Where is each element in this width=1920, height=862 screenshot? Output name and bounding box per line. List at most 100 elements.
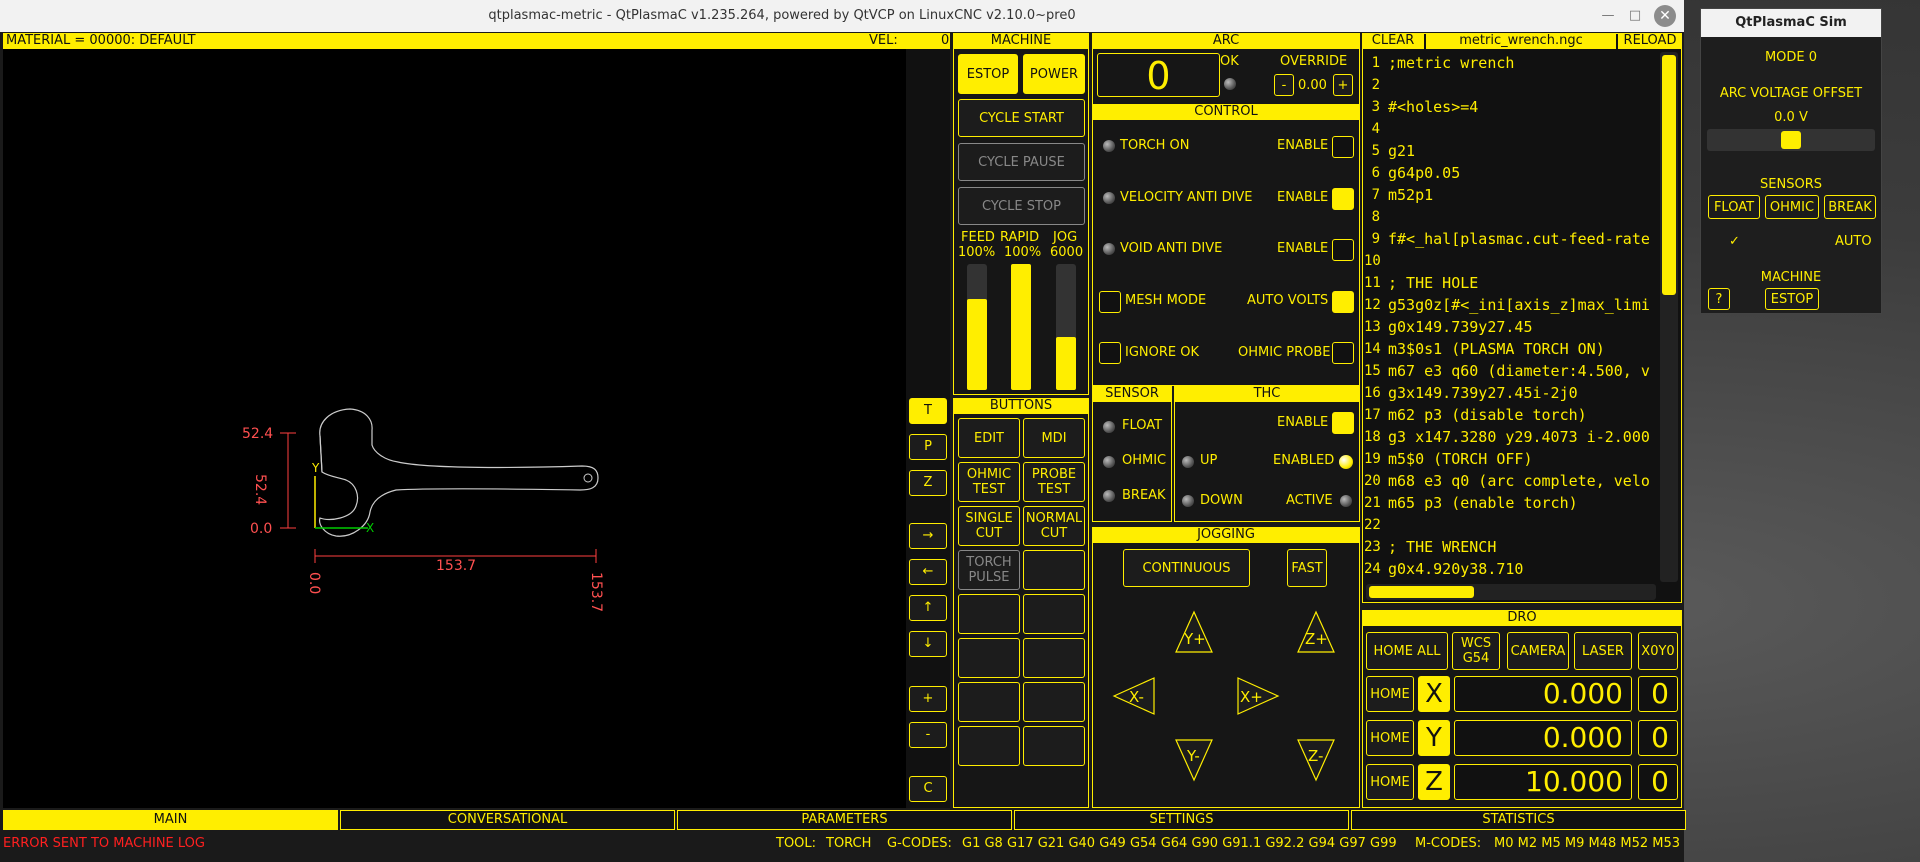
- maximize-icon[interactable]: □: [1627, 8, 1643, 24]
- user-button-11[interactable]: [958, 638, 1020, 678]
- sim-break-button[interactable]: BREAK: [1824, 195, 1876, 219]
- user-button-13[interactable]: [958, 682, 1020, 722]
- override-plus-button[interactable]: +: [1333, 74, 1353, 96]
- editor-hscroll-thumb[interactable]: [1369, 586, 1474, 598]
- sim-float-button[interactable]: FLOAT: [1708, 195, 1760, 219]
- user-button-10[interactable]: [1023, 594, 1085, 634]
- power-button[interactable]: POWER: [1023, 54, 1085, 94]
- sim-arc-slider-thumb[interactable]: [1781, 131, 1801, 149]
- jog-zminus-button[interactable]: Z-: [1308, 747, 1323, 765]
- cycle-start-button[interactable]: CYCLE START: [958, 99, 1085, 137]
- line-text: f#<_hal[plasmac.cut-feed-rate: [1388, 230, 1650, 248]
- tab-main[interactable]: MAIN: [3, 810, 338, 830]
- pan-up-button[interactable]: ↑: [909, 595, 947, 621]
- tab-statistics[interactable]: STATISTICS: [1351, 810, 1686, 830]
- user-button-5[interactable]: SINGLE CUT: [958, 506, 1020, 546]
- view-perspective-button[interactable]: P: [909, 434, 947, 460]
- void-enable-checkbox[interactable]: [1332, 239, 1354, 261]
- thc-enable-label: ENABLE: [1277, 415, 1329, 430]
- editor-vscrollbar[interactable]: [1660, 52, 1678, 582]
- axis-y-label: Y: [1418, 720, 1450, 756]
- sim-auto-check-icon[interactable]: ✓: [1729, 234, 1740, 249]
- pan-down-button[interactable]: ↓: [909, 631, 947, 657]
- gcode-text[interactable]: 1 ;metric wrench 2 3 #<holes>=4 4 5 g21 6 g64p0.0…: [1364, 52, 1656, 582]
- user-button-16[interactable]: [1023, 726, 1085, 766]
- tab-conversational[interactable]: CONVERSATIONAL: [340, 810, 675, 830]
- close-icon[interactable]: ✕: [1654, 5, 1676, 27]
- user-button-4[interactable]: PROBE TEST: [1023, 462, 1085, 502]
- jog-yminus-button[interactable]: Y-: [1187, 747, 1200, 765]
- minimize-icon[interactable]: —: [1600, 8, 1616, 24]
- user-button-12[interactable]: [1023, 638, 1085, 678]
- auto-volts-checkbox[interactable]: [1332, 291, 1354, 313]
- editor-vscroll-thumb[interactable]: [1662, 55, 1676, 295]
- line-text: ; THE HOLE: [1388, 274, 1479, 292]
- sim-help-button[interactable]: ?: [1708, 288, 1730, 310]
- vad-enable-checkbox[interactable]: [1332, 188, 1354, 210]
- torch-enable-checkbox[interactable]: [1332, 136, 1354, 158]
- rapid-slider[interactable]: [1011, 264, 1031, 390]
- user-button-14[interactable]: [1023, 682, 1085, 722]
- tab-parameters[interactable]: PARAMETERS: [677, 810, 1012, 830]
- jog-xminus-button[interactable]: X-: [1129, 688, 1144, 706]
- line-text: m52p1: [1388, 186, 1434, 204]
- clear-preview-button[interactable]: C: [909, 776, 947, 802]
- ignore-ok-checkbox[interactable]: [1099, 342, 1121, 364]
- jog-label: JOG: [1053, 230, 1078, 245]
- line-number: 23: [1364, 539, 1381, 555]
- jog-fast-button[interactable]: FAST: [1287, 549, 1327, 587]
- user-button-1[interactable]: EDIT: [958, 418, 1020, 458]
- dro-y-value: 0.000: [1454, 720, 1632, 756]
- sim-estop-button[interactable]: ESTOP: [1765, 288, 1819, 310]
- user-button-6[interactable]: NORMAL CUT: [1023, 506, 1085, 546]
- dro-x-offset[interactable]: 0: [1638, 676, 1678, 712]
- sim-ohmic-button[interactable]: OHMIC: [1765, 195, 1819, 219]
- reload-button[interactable]: RELOAD: [1618, 33, 1682, 49]
- user-button-15[interactable]: [958, 726, 1020, 766]
- mesh-mode-checkbox[interactable]: [1099, 291, 1121, 313]
- thc-enable-checkbox[interactable]: [1332, 412, 1354, 434]
- jog-yplus-button[interactable]: Y+: [1184, 630, 1206, 648]
- view-top-button[interactable]: T: [909, 398, 947, 424]
- pan-left-button[interactable]: ←: [909, 559, 947, 585]
- home-all-button[interactable]: HOME ALL: [1366, 632, 1448, 670]
- home-y-button[interactable]: HOME: [1366, 720, 1414, 756]
- cycle-stop-button[interactable]: CYCLE STOP: [958, 187, 1085, 225]
- user-button-8[interactable]: [1023, 550, 1085, 590]
- clear-button[interactable]: CLEAR: [1362, 33, 1424, 49]
- tab-settings[interactable]: SETTINGS: [1014, 810, 1349, 830]
- ohmic-probe-checkbox[interactable]: [1332, 342, 1354, 364]
- editor-hscrollbar[interactable]: [1366, 584, 1656, 600]
- jog-xplus-button[interactable]: X+: [1240, 688, 1263, 706]
- x0y0-button[interactable]: X0Y0: [1638, 632, 1678, 670]
- jog-slider[interactable]: [1056, 264, 1076, 390]
- feed-slider[interactable]: [967, 264, 987, 390]
- dro-y-offset[interactable]: 0: [1638, 720, 1678, 756]
- cycle-pause-button[interactable]: CYCLE PAUSE: [958, 143, 1085, 181]
- zoom-out-button[interactable]: -: [909, 722, 947, 748]
- view-z-button[interactable]: Z: [909, 470, 947, 496]
- home-z-button[interactable]: HOME: [1366, 764, 1414, 800]
- arc-voltage-display: 0: [1097, 53, 1220, 98]
- jog-zplus-button[interactable]: Z+: [1305, 630, 1328, 648]
- user-button-7[interactable]: TORCH PULSE: [958, 550, 1020, 590]
- estop-button[interactable]: ESTOP: [958, 54, 1018, 94]
- user-button-9[interactable]: [958, 594, 1020, 634]
- override-minus-button[interactable]: -: [1274, 74, 1294, 96]
- dro-z-offset[interactable]: 0: [1638, 764, 1678, 800]
- pan-right-button[interactable]: →: [909, 523, 947, 549]
- zoom-in-button[interactable]: +: [909, 686, 947, 712]
- sim-arc-slider[interactable]: [1707, 129, 1875, 151]
- wcs-button[interactable]: WCS G54: [1452, 632, 1500, 670]
- torch-on-led: [1103, 140, 1115, 152]
- home-x-button[interactable]: HOME: [1366, 676, 1414, 712]
- code-line: 2: [1364, 74, 1656, 96]
- user-button-3[interactable]: OHMIC TEST: [958, 462, 1020, 502]
- laser-button[interactable]: LASER: [1574, 632, 1632, 670]
- user-button-2[interactable]: MDI: [1023, 418, 1085, 458]
- torch-on-label: TORCH ON: [1120, 138, 1190, 153]
- camera-button[interactable]: CAMERA: [1507, 632, 1569, 670]
- line-text: m68 e3 q0 (arc complete, velo: [1388, 472, 1650, 490]
- jog-continuous-button[interactable]: CONTINUOUS: [1123, 549, 1250, 587]
- dim-x-left: 0.0: [306, 572, 322, 595]
